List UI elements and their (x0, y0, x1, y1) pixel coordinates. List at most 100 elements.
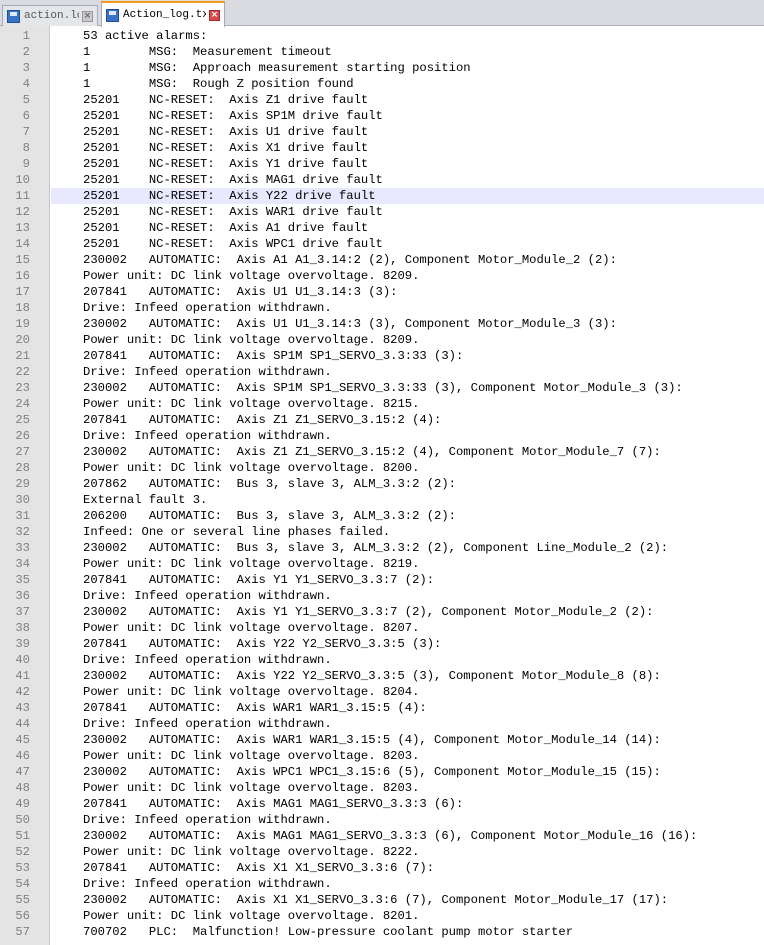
editor-line[interactable]: 17 207841 AUTOMATIC: Axis U1 U1_3.14:3 (3… (0, 284, 764, 300)
editor-line[interactable]: 6 25201 NC-RESET: Axis SP1M drive fault (0, 108, 764, 124)
close-icon[interactable]: × (82, 10, 93, 22)
editor-line[interactable]: 47 230002 AUTOMATIC: Axis WPC1 WPC1_3.15:… (0, 764, 764, 780)
editor-line[interactable]: 35 207841 AUTOMATIC: Axis Y1 Y1_SERVO_3.3… (0, 572, 764, 588)
line-text: Power unit: DC link voltage overvoltage.… (83, 397, 420, 411)
line-text: 230002 AUTOMATIC: Axis WAR1 WAR1_3.15:5 … (83, 733, 661, 747)
line-number: 7 (22, 125, 30, 139)
line-text: 230002 AUTOMATIC: Axis MAG1 MAG1_SERVO_3… (83, 829, 698, 843)
editor-line[interactable]: 36 Drive: Infeed operation withdrawn. (0, 588, 764, 604)
line-number: 37 (15, 605, 30, 619)
editor-line[interactable]: 27 230002 AUTOMATIC: Axis Z1 Z1_SERVO_3.1… (0, 444, 764, 460)
editor-line[interactable]: 49 207841 AUTOMATIC: Axis MAG1 MAG1_SERVO… (0, 796, 764, 812)
editor-line[interactable]: 55 230002 AUTOMATIC: Axis X1 X1_SERVO_3.3… (0, 892, 764, 908)
line-number: 39 (15, 637, 30, 651)
editor-line[interactable]: 33 230002 AUTOMATIC: Bus 3, slave 3, ALM_… (0, 540, 764, 556)
editor-line[interactable]: 7 25201 NC-RESET: Axis U1 drive fault (0, 124, 764, 140)
editor-line[interactable]: 8 25201 NC-RESET: Axis X1 drive fault (0, 140, 764, 156)
editor-line[interactable]: 5 25201 NC-RESET: Axis Z1 drive fault (0, 92, 764, 108)
editor-line[interactable]: 15 230002 AUTOMATIC: Axis A1 A1_3.14:2 (2… (0, 252, 764, 268)
close-icon[interactable]: × (209, 9, 220, 21)
editor-line[interactable]: 53 207841 AUTOMATIC: Axis X1 X1_SERVO_3.3… (0, 860, 764, 876)
editor-line[interactable]: 30 External fault 3. (0, 492, 764, 508)
editor-line[interactable]: 48 Power unit: DC link voltage overvoltag… (0, 780, 764, 796)
line-number: 5 (22, 93, 30, 107)
editor-line[interactable]: 20 Power unit: DC link voltage overvoltag… (0, 332, 764, 348)
editor-line[interactable]: 13 25201 NC-RESET: Axis A1 drive fault (0, 220, 764, 236)
line-text: Power unit: DC link voltage overvoltage.… (83, 269, 420, 283)
line-text: Drive: Infeed operation withdrawn. (83, 813, 332, 827)
editor-line[interactable]: 42 Power unit: DC link voltage overvoltag… (0, 684, 764, 700)
line-text: 25201 NC-RESET: Axis WAR1 drive fault (83, 205, 383, 219)
line-text: 1 MSG: Approach measurement starting pos… (83, 61, 471, 75)
line-number: 32 (15, 525, 30, 539)
editor-line[interactable]: 44 Drive: Infeed operation withdrawn. (0, 716, 764, 732)
line-text: 25201 NC-RESET: Axis WPC1 drive fault (83, 237, 383, 251)
editor-line[interactable]: 18 Drive: Infeed operation withdrawn. (0, 300, 764, 316)
editor-line[interactable]: 51 230002 AUTOMATIC: Axis MAG1 MAG1_SERVO… (0, 828, 764, 844)
editor-line[interactable]: 34 Power unit: DC link voltage overvoltag… (0, 556, 764, 572)
editor-line[interactable]: 31 206200 AUTOMATIC: Bus 3, slave 3, ALM_… (0, 508, 764, 524)
editor-line[interactable]: 21 207841 AUTOMATIC: Axis SP1M SP1_SERVO_… (0, 348, 764, 364)
editor-line[interactable]: 39 207841 AUTOMATIC: Axis Y22 Y2_SERVO_3.… (0, 636, 764, 652)
editor-line[interactable]: 19 230002 AUTOMATIC: Axis U1 U1_3.14:3 (3… (0, 316, 764, 332)
editor-line[interactable]: 26 Drive: Infeed operation withdrawn. (0, 428, 764, 444)
editor-line[interactable]: 22 Drive: Infeed operation withdrawn. (0, 364, 764, 380)
line-number: 40 (15, 653, 30, 667)
line-text: 230002 AUTOMATIC: Axis U1 U1_3.14:3 (3),… (83, 317, 617, 331)
editor-line[interactable]: 46 Power unit: DC link voltage overvoltag… (0, 748, 764, 764)
editor-line[interactable]: 9 25201 NC-RESET: Axis Y1 drive fault (0, 156, 764, 172)
editor-line[interactable]: 52 Power unit: DC link voltage overvoltag… (0, 844, 764, 860)
editor-line[interactable]: 50 Drive: Infeed operation withdrawn. (0, 812, 764, 828)
line-number: 46 (15, 749, 30, 763)
line-number: 28 (15, 461, 30, 475)
line-number: 34 (15, 557, 30, 571)
line-text: 207841 AUTOMATIC: Axis Y1 Y1_SERVO_3.3:7… (83, 573, 435, 587)
line-text: Drive: Infeed operation withdrawn. (83, 301, 332, 315)
line-text: 230002 AUTOMATIC: Axis X1 X1_SERVO_3.3:6… (83, 893, 669, 907)
editor-line[interactable]: 11 25201 NC-RESET: Axis Y22 drive fault (0, 188, 764, 204)
line-number: 10 (15, 173, 30, 187)
line-text: Drive: Infeed operation withdrawn. (83, 589, 332, 603)
editor-line[interactable]: 24 Power unit: DC link voltage overvoltag… (0, 396, 764, 412)
editor-line[interactable]: 4 1 MSG: Rough Z position found (0, 76, 764, 92)
tab-action-log[interactable]: action.log × (2, 5, 98, 26)
editor-line[interactable]: 54 Drive: Infeed operation withdrawn. (0, 876, 764, 892)
line-number: 41 (15, 669, 30, 683)
editor-line[interactable]: 56 Power unit: DC link voltage overvoltag… (0, 908, 764, 924)
editor-line[interactable]: 1 53 active alarms: (0, 28, 764, 44)
line-text: 230002 AUTOMATIC: Axis Z1 Z1_SERVO_3.15:… (83, 445, 661, 459)
editor-line[interactable]: 45 230002 AUTOMATIC: Axis WAR1 WAR1_3.15:… (0, 732, 764, 748)
line-text: Power unit: DC link voltage overvoltage.… (83, 845, 420, 859)
line-text: 207841 AUTOMATIC: Axis WAR1 WAR1_3.15:5 … (83, 701, 427, 715)
editor-line[interactable]: 40 Drive: Infeed operation withdrawn. (0, 652, 764, 668)
editor-line[interactable]: 14 25201 NC-RESET: Axis WPC1 drive fault (0, 236, 764, 252)
line-text: 1 MSG: Measurement timeout (83, 45, 332, 59)
editor-line[interactable]: 10 25201 NC-RESET: Axis MAG1 drive fault (0, 172, 764, 188)
editor-line[interactable]: 28 Power unit: DC link voltage overvoltag… (0, 460, 764, 476)
tab-action-log-txt[interactable]: Action_log.txt × (101, 1, 225, 27)
editor-line[interactable]: 3 1 MSG: Approach measurement starting po… (0, 60, 764, 76)
editor-line[interactable]: 23 230002 AUTOMATIC: Axis SP1M SP1_SERVO_… (0, 380, 764, 396)
editor-line[interactable]: 37 230002 AUTOMATIC: Axis Y1 Y1_SERVO_3.3… (0, 604, 764, 620)
line-text: Power unit: DC link voltage overvoltage.… (83, 333, 420, 347)
line-text: 207841 AUTOMATIC: Axis X1 X1_SERVO_3.3:6… (83, 861, 435, 875)
line-number: 14 (15, 237, 30, 251)
editor-line[interactable]: 32 Infeed: One or several line phases fai… (0, 524, 764, 540)
editor-line[interactable]: 2 1 MSG: Measurement timeout (0, 44, 764, 60)
editor-line[interactable]: 43 207841 AUTOMATIC: Axis WAR1 WAR1_3.15:… (0, 700, 764, 716)
line-number: 54 (15, 877, 30, 891)
editor-line[interactable]: 41 230002 AUTOMATIC: Axis Y22 Y2_SERVO_3.… (0, 668, 764, 684)
line-number: 29 (15, 477, 30, 491)
editor-line[interactable]: 16 Power unit: DC link voltage overvoltag… (0, 268, 764, 284)
editor-line[interactable]: 38 Power unit: DC link voltage overvoltag… (0, 620, 764, 636)
line-text: 207841 AUTOMATIC: Axis Y22 Y2_SERVO_3.3:… (83, 637, 442, 651)
editor-line[interactable]: 25 207841 AUTOMATIC: Axis Z1 Z1_SERVO_3.1… (0, 412, 764, 428)
editor-line[interactable]: 57 700702 PLC: Malfunction! Low-pressure … (0, 924, 764, 940)
editor-line[interactable]: 29 207862 AUTOMATIC: Bus 3, slave 3, ALM_… (0, 476, 764, 492)
line-text: Drive: Infeed operation withdrawn. (83, 717, 332, 731)
line-number: 48 (15, 781, 30, 795)
line-text: 206200 AUTOMATIC: Bus 3, slave 3, ALM_3.… (83, 509, 456, 523)
line-number: 50 (15, 813, 30, 827)
editor-line[interactable]: 12 25201 NC-RESET: Axis WAR1 drive fault (0, 204, 764, 220)
text-editor[interactable]: 1 53 active alarms: 2 1 MSG: Measurement ti… (0, 26, 764, 945)
